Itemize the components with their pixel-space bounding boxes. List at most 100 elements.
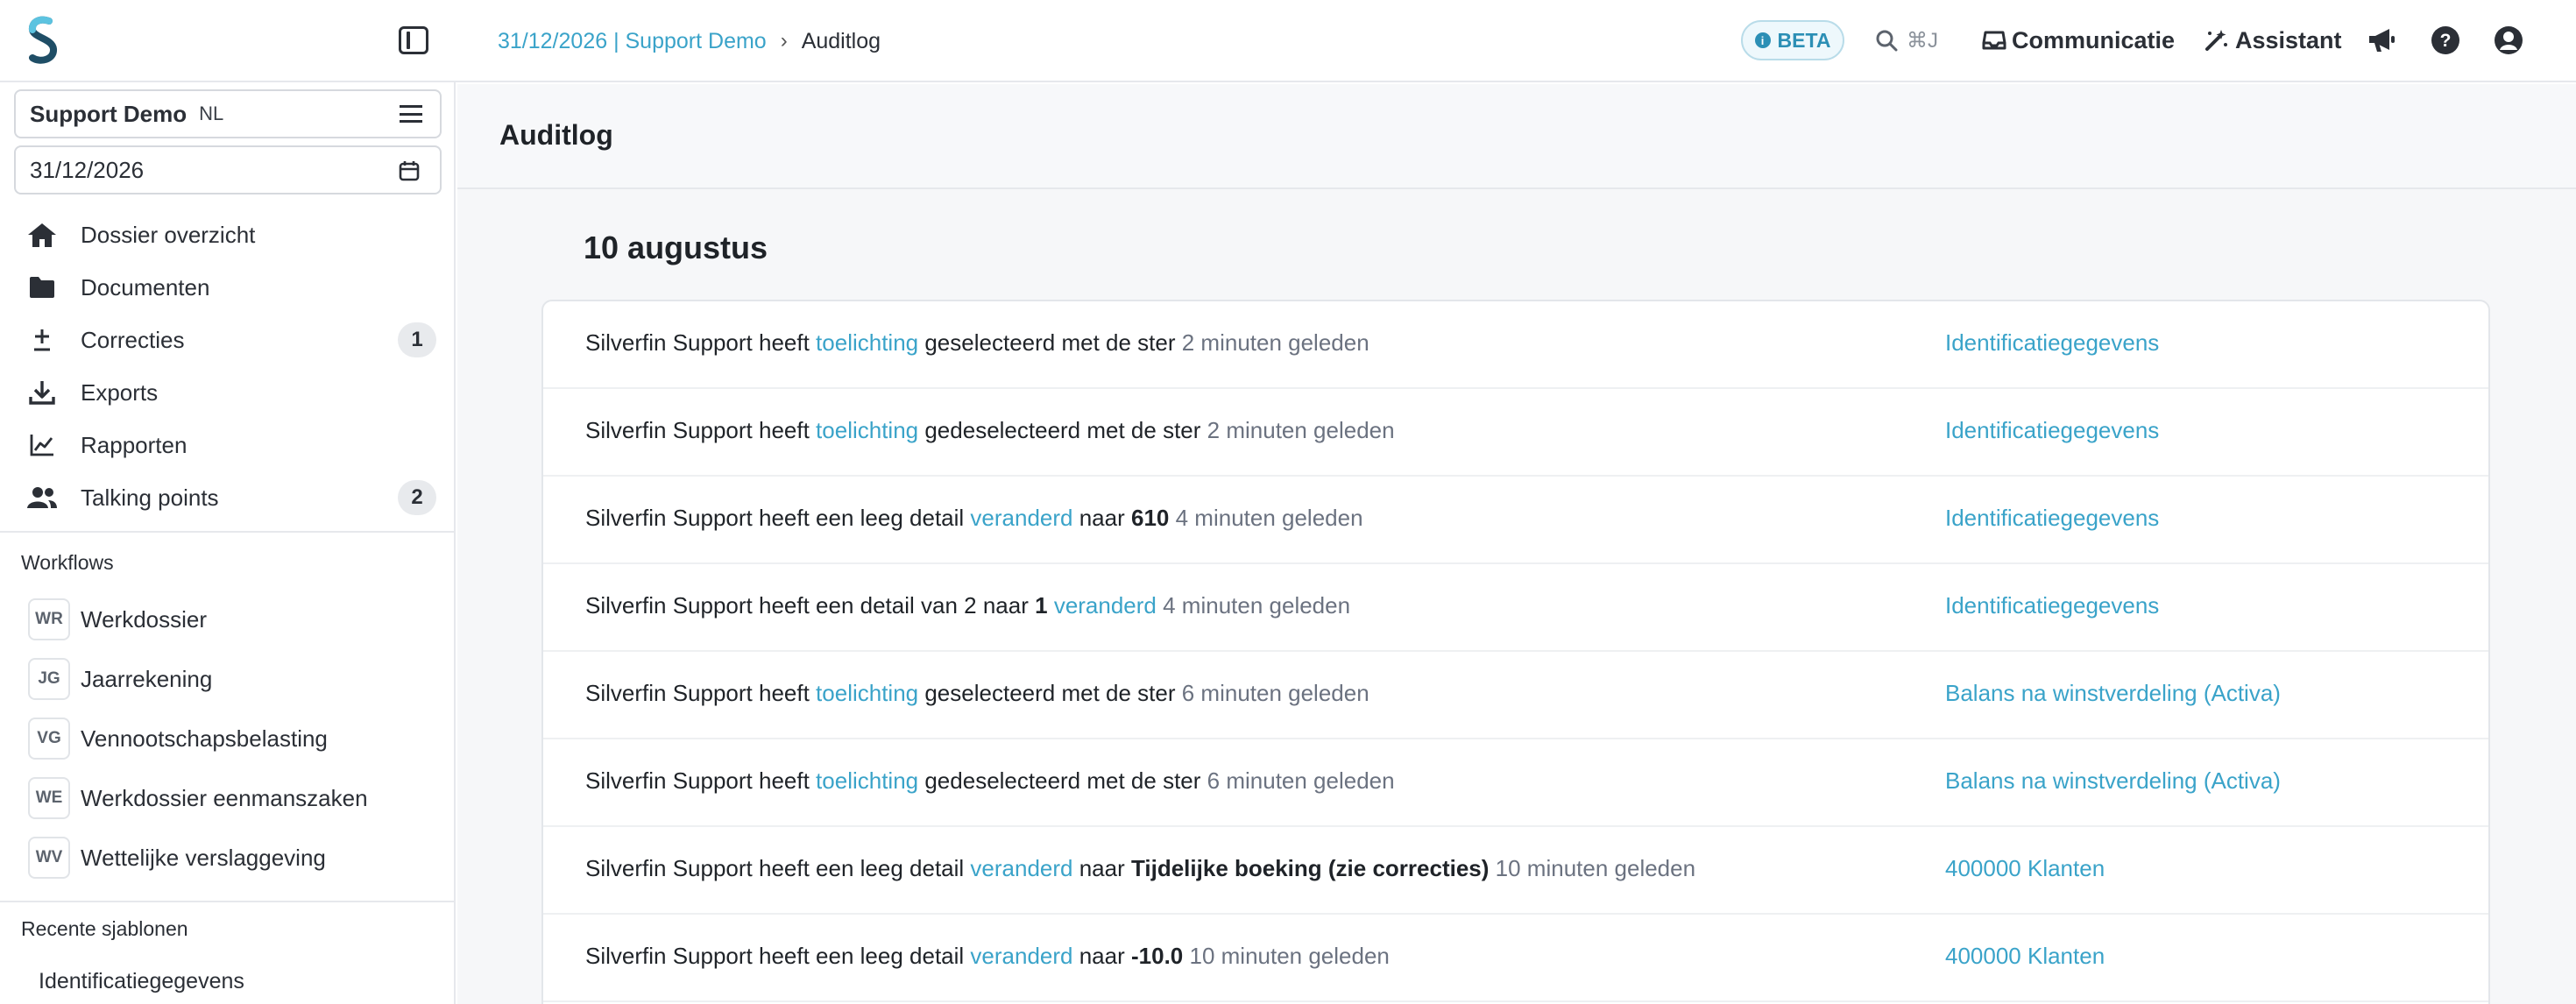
sidebar: Support Demo NL 31/12/2026 Dossier overz… bbox=[0, 82, 456, 1004]
log-action-text: naar bbox=[1072, 943, 1131, 969]
log-actor: Silverfin Support heeft een leeg detail bbox=[585, 943, 971, 969]
nav-label: Documenten bbox=[81, 273, 210, 300]
home-icon bbox=[25, 217, 60, 252]
main-content: Auditlog 10 augustus Silverfin Support h… bbox=[457, 84, 2576, 1004]
log-action-link[interactable]: veranderd bbox=[970, 943, 1072, 969]
workflow-abbreviation: VG bbox=[28, 718, 70, 760]
log-timestamp: 6 minuten geleden bbox=[1207, 767, 1395, 794]
nav-item-rapporten[interactable]: Rapporten bbox=[14, 422, 443, 468]
workflow-label: Jaarrekening bbox=[81, 665, 213, 692]
workflow-item-werkdossier[interactable]: WR Werkdossier bbox=[28, 597, 207, 642]
log-action-link[interactable]: veranderd bbox=[970, 505, 1072, 531]
nav-label: Exports bbox=[81, 378, 159, 406]
workflow-abbreviation: WE bbox=[28, 777, 70, 819]
auditlog-content[interactable]: 10 augustus Silverfin Support heeft toel… bbox=[457, 191, 2576, 1004]
log-actor: Silverfin Support heeft bbox=[585, 680, 817, 706]
user-icon[interactable] bbox=[2493, 25, 2524, 56]
workflow-item-jaarrekening[interactable]: JG Jaarrekening bbox=[28, 656, 212, 702]
log-target-link[interactable]: 400000 Klanten bbox=[1945, 855, 2105, 882]
workflow-item-vennootschapsbelasting[interactable]: VG Vennootschapsbelasting bbox=[28, 716, 328, 761]
workflow-label: Vennootschapsbelasting bbox=[81, 725, 328, 752]
chevron-right-icon: › bbox=[780, 29, 788, 53]
log-action-link[interactable]: veranderd bbox=[1054, 592, 1157, 619]
nav-label: Correcties bbox=[81, 326, 185, 353]
svg-text:?: ? bbox=[2440, 31, 2452, 51]
workflows-heading: Workflows bbox=[21, 551, 114, 574]
log-target-link[interactable]: Identificatiegegevens bbox=[1945, 505, 2159, 532]
users-icon bbox=[25, 480, 60, 515]
count-badge: 1 bbox=[398, 322, 436, 357]
workflow-abbreviation: WV bbox=[28, 837, 70, 879]
calendar-icon[interactable] bbox=[398, 159, 421, 182]
period-date-field[interactable]: 31/12/2026 bbox=[14, 145, 442, 194]
recent-template-identificatiegegevens[interactable]: Identificatiegegevens bbox=[39, 969, 244, 994]
nav-item-documenten[interactable]: Documenten bbox=[14, 265, 443, 310]
breadcrumb: 31/12/2026 | Support Demo › Auditlog bbox=[498, 26, 881, 56]
log-target-link[interactable]: 400000 Klanten bbox=[1945, 943, 2105, 970]
megaphone-icon[interactable] bbox=[2366, 25, 2397, 56]
assistant-button[interactable]: Assistant bbox=[2204, 25, 2342, 56]
period-date-value: 31/12/2026 bbox=[30, 156, 145, 183]
log-actor: Silverfin Support heeft bbox=[585, 417, 817, 443]
log-actor: Silverfin Support heeft bbox=[585, 329, 817, 356]
log-entry-text: Silverfin Support heeft toelichting gede… bbox=[585, 767, 1395, 795]
communicatie-button[interactable]: Communicatie bbox=[1982, 25, 2175, 56]
log-action-link[interactable]: toelichting bbox=[816, 417, 918, 443]
sidebar-toggle-icon[interactable] bbox=[399, 26, 428, 54]
help-icon[interactable]: ? bbox=[2430, 25, 2461, 56]
top-bar: 31/12/2026 | Support Demo › Auditlog i B… bbox=[0, 0, 2576, 82]
line-chart-icon bbox=[25, 428, 60, 463]
menu-icon[interactable] bbox=[400, 105, 422, 123]
breadcrumb-current: Auditlog bbox=[801, 28, 881, 53]
company-language: NL bbox=[199, 103, 224, 124]
date-heading: 10 augustus bbox=[584, 230, 768, 265]
log-entry-text: Silverfin Support heeft een leeg detail … bbox=[585, 943, 1390, 970]
download-icon bbox=[25, 375, 60, 410]
nav-item-exports[interactable]: Exports bbox=[14, 370, 443, 415]
log-action-link[interactable]: toelichting bbox=[816, 329, 918, 356]
count-badge: 2 bbox=[398, 480, 436, 515]
log-new-value: Tijdelijke boeking (zie correcties) bbox=[1130, 855, 1490, 881]
silverfin-logo[interactable] bbox=[26, 16, 60, 65]
log-timestamp: 4 minuten geleden bbox=[1175, 505, 1363, 531]
info-icon: i bbox=[1754, 32, 1771, 48]
log-entry-text: Silverfin Support heeft een leeg detail … bbox=[585, 855, 1695, 882]
company-selector[interactable]: Support Demo NL bbox=[14, 89, 442, 138]
company-name: Support Demo bbox=[30, 100, 188, 127]
log-action-text: gedeselecteerd met de ster bbox=[918, 767, 1207, 794]
log-target-link[interactable]: Balans na winstverdeling (Activa) bbox=[1945, 767, 2281, 795]
folder-icon bbox=[25, 270, 60, 305]
log-entry: Silverfin Support heeft toelichting gese… bbox=[543, 301, 2488, 389]
breadcrumb-file-link[interactable]: 31/12/2026 | Support Demo bbox=[498, 29, 767, 54]
log-action-link[interactable]: toelichting bbox=[816, 680, 918, 706]
beta-badge[interactable]: i BETA bbox=[1741, 20, 1844, 60]
log-entry-text: Silverfin Support heeft toelichting gede… bbox=[585, 417, 1395, 444]
nav-item-correcties[interactable]: Correcties 1 bbox=[14, 317, 443, 363]
log-entry-text: Silverfin Support heeft toelichting gese… bbox=[585, 680, 1369, 707]
communicatie-label: Communicatie bbox=[2012, 26, 2176, 53]
log-entry: Silverfin Support heeft toelichting gede… bbox=[543, 389, 2488, 477]
recent-templates-heading: Recente sjablonen bbox=[21, 917, 188, 940]
log-target-link[interactable]: Identificatiegegevens bbox=[1945, 417, 2159, 444]
log-new-value: 1 bbox=[1035, 592, 1048, 619]
workflow-item-werkdossier-eenmanszaken[interactable]: WE Werkdossier eenmanszaken bbox=[28, 775, 368, 821]
log-timestamp: 2 minuten geleden bbox=[1207, 417, 1395, 443]
page-header: Auditlog bbox=[457, 84, 2576, 189]
log-entry: Silverfin Support heeft een leeg detail … bbox=[543, 827, 2488, 915]
log-action-link[interactable]: veranderd bbox=[970, 855, 1072, 881]
nav-item-dossier-overzicht[interactable]: Dossier overzicht bbox=[14, 212, 443, 258]
log-action-link[interactable]: toelichting bbox=[816, 767, 918, 794]
workflow-label: Wettelijke verslaggeving bbox=[81, 844, 326, 871]
log-action-text: gedeselecteerd met de ster bbox=[918, 417, 1207, 443]
log-spacer bbox=[1489, 855, 1495, 881]
log-timestamp: 2 minuten geleden bbox=[1181, 329, 1369, 356]
nav-item-talking-points[interactable]: Talking points 2 bbox=[14, 475, 443, 520]
workflow-abbreviation: WR bbox=[28, 598, 70, 640]
search-button[interactable]: ⌘J bbox=[1875, 25, 1938, 56]
sidebar-divider bbox=[0, 531, 456, 533]
log-target-link[interactable]: Identificatiegegevens bbox=[1945, 329, 2159, 357]
workflow-item-wettelijke-verslaggeving[interactable]: WV Wettelijke verslaggeving bbox=[28, 835, 326, 880]
log-target-link[interactable]: Balans na winstverdeling (Activa) bbox=[1945, 680, 2281, 707]
log-target-link[interactable]: Identificatiegegevens bbox=[1945, 592, 2159, 619]
log-entry: Silverfin Support heeft een leeg detail … bbox=[543, 915, 2488, 1002]
